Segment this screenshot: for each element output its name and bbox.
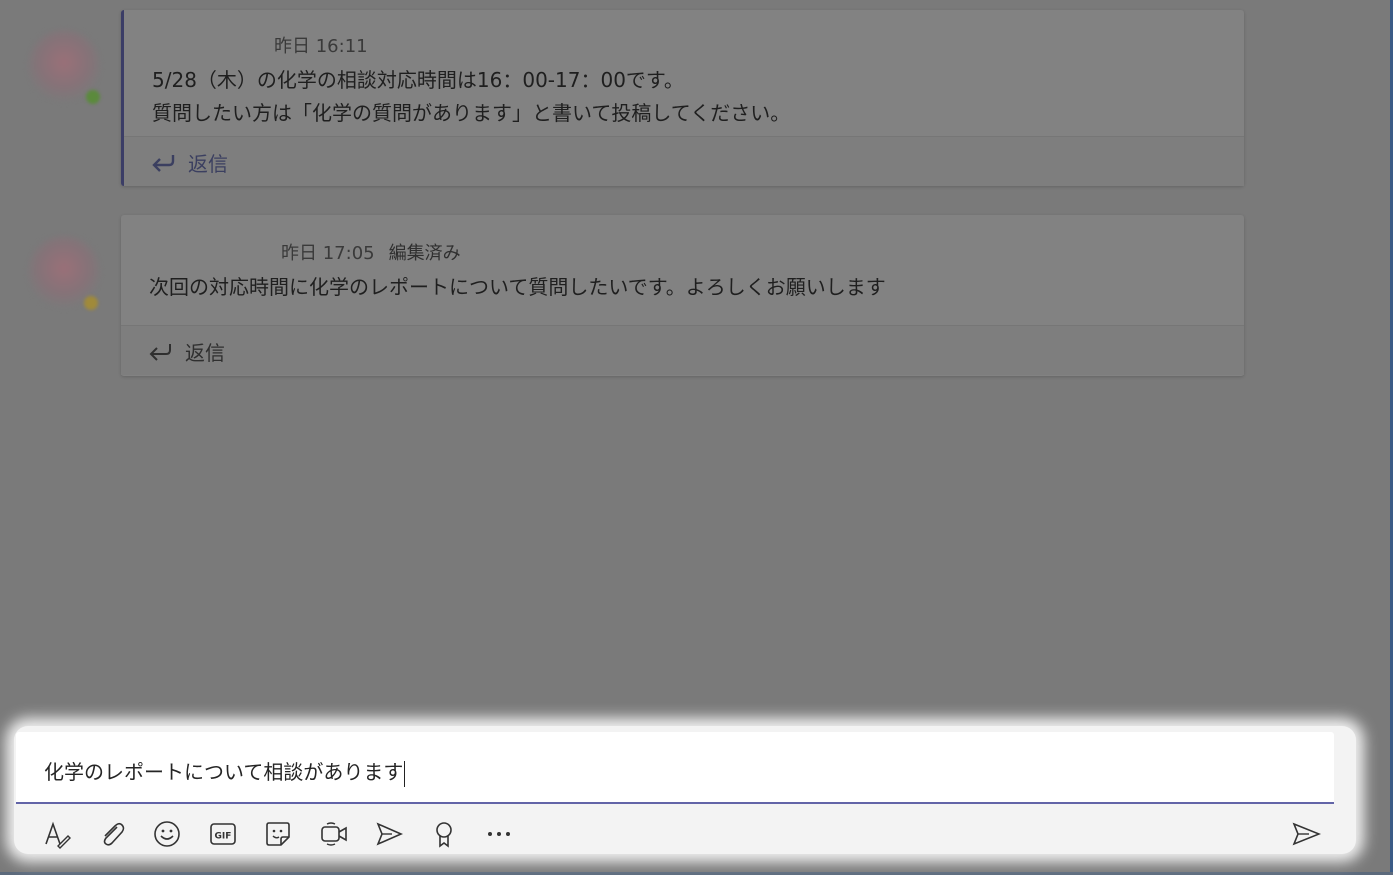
send-icon[interactable] (1288, 816, 1324, 852)
emoji-icon[interactable] (149, 816, 185, 852)
reply-arrow-icon (152, 155, 175, 172)
edited-label: 編集済み (388, 243, 461, 264)
svg-text:GIF: GIF (215, 832, 232, 842)
gif-icon[interactable]: GIF (205, 816, 241, 852)
praise-icon[interactable] (426, 816, 462, 852)
format-icon[interactable] (38, 816, 74, 852)
compose-toolbar: GIF (16, 808, 1334, 858)
reply-button[interactable]: 返信 (121, 325, 1244, 375)
message-line: 次回の対応時間に化学のレポートについて質問したいです。よろしくお願いします (149, 275, 886, 299)
message-card[interactable]: 昨日 17:05 編集済み 次回の対応時間に化学のレポートについて質問したいです。… (121, 215, 1244, 376)
reply-label: 返信 (188, 152, 228, 176)
compose-input-text[interactable]: 化学のレポートについて相談があります (44, 756, 406, 787)
presence-available-icon (86, 90, 100, 104)
message-meta: 昨日 16:11 (274, 32, 368, 58)
message-meta: 昨日 17:05 編集済み (281, 239, 461, 265)
compose-input-value: 化学のレポートについて相談があります (44, 760, 404, 784)
more-options-icon[interactable] (481, 816, 517, 852)
message-line: 質問したい方は「化学の質問があります」と書いて投稿してください。 (152, 101, 791, 125)
reply-arrow-icon (149, 344, 171, 361)
meet-now-icon[interactable] (316, 816, 352, 852)
compose-input[interactable]: 化学のレポートについて相談があります (16, 732, 1334, 804)
stream-icon[interactable] (371, 816, 407, 852)
text-caret (404, 760, 406, 787)
message-timestamp: 昨日 16:11 (274, 36, 368, 57)
message-card[interactable]: 昨日 16:11 5/28（木）の化学の相談対応時間は16：00-17：00です… (121, 10, 1244, 186)
reply-button[interactable]: 返信 (124, 136, 1244, 186)
attach-icon[interactable] (94, 816, 130, 852)
message-line: 5/28（木）の化学の相談対応時間は16：00-17：00です。 (152, 68, 684, 92)
reply-label: 返信 (185, 341, 225, 365)
sticker-icon[interactable] (260, 816, 296, 852)
presence-away-icon (84, 296, 98, 310)
message-timestamp: 昨日 17:05 (281, 243, 375, 264)
